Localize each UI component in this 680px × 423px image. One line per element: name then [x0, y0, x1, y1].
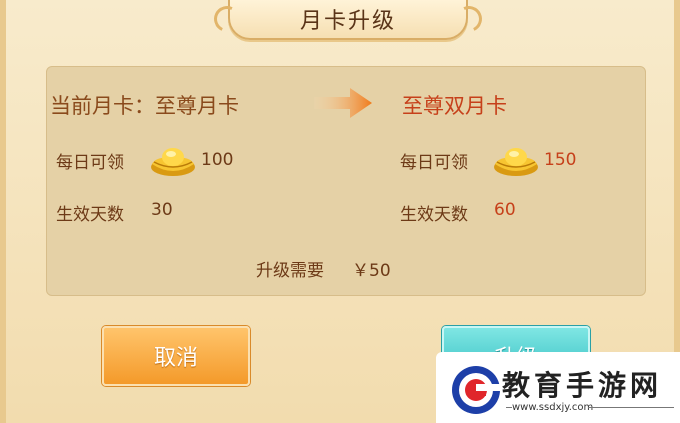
upgrade-dialog: 月卡升级 当前月卡：至尊月卡 每日可领 100 生效天数 30 至尊双月卡 每日…: [0, 0, 680, 423]
gold-ingot-icon: [150, 142, 196, 178]
current-daily-label: 每日可领: [56, 153, 124, 173]
arrow-right-icon: [314, 86, 374, 120]
target-daily-label: 每日可领: [400, 153, 468, 173]
title-ornament-right: [452, 2, 486, 36]
title-ornament-left: [210, 2, 244, 36]
current-days-value: 30: [151, 200, 173, 220]
watermark-divider-right: [588, 407, 674, 408]
dialog-title-plate: 月卡升级: [210, 0, 486, 40]
current-daily-amount: 100: [201, 150, 234, 170]
gold-ingot-icon: [493, 142, 539, 178]
cancel-button[interactable]: 取消: [102, 326, 250, 386]
site-watermark: 教育手游网 www.ssdxjy.com: [436, 352, 680, 423]
target-days-label: 生效天数: [400, 205, 468, 225]
dialog-title: 月卡升级: [299, 9, 396, 34]
current-card-label: 当前月卡：至尊月卡: [50, 94, 239, 118]
target-days-value: 60: [494, 200, 516, 220]
upgrade-cost-value: ￥50: [352, 261, 391, 281]
watermark-logo-icon: [450, 364, 502, 416]
current-days-label: 生效天数: [56, 205, 124, 225]
watermark-site-name: 教育手游网: [502, 369, 663, 402]
watermark-url: www.ssdxjy.com: [512, 402, 594, 413]
cancel-button-label: 取消: [153, 346, 198, 371]
target-card-label: 至尊双月卡: [402, 94, 507, 118]
upgrade-cost-label: 升级需要: [256, 261, 324, 281]
target-daily-amount: 150: [544, 150, 577, 170]
